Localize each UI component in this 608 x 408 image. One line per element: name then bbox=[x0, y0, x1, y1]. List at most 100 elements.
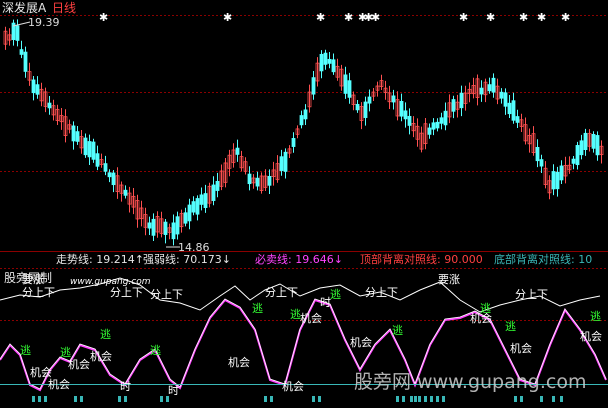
candle-body bbox=[503, 92, 508, 107]
indicator-annotation-label: 时 bbox=[120, 380, 131, 393]
indicator-value-0: 走势线: 19.214↑ bbox=[56, 252, 144, 266]
signal-bar bbox=[264, 396, 267, 402]
escape-signal-label: 逃 bbox=[392, 324, 403, 337]
candle-body bbox=[571, 158, 576, 164]
candle-body bbox=[235, 147, 240, 155]
candle-body bbox=[323, 52, 328, 65]
candle-body bbox=[303, 109, 308, 120]
candle-body bbox=[507, 102, 512, 115]
candle-body bbox=[291, 138, 296, 147]
candle-body bbox=[19, 49, 24, 55]
signal-bar bbox=[402, 396, 405, 402]
candle-body bbox=[367, 96, 372, 104]
signal-star-icon: ✱ bbox=[561, 11, 570, 24]
indicator-annotation-label: 机会 bbox=[510, 341, 532, 355]
candle-body bbox=[591, 133, 596, 149]
escape-signal-label: 逃 bbox=[330, 288, 341, 301]
indicator-watermark-url: www.gupang.com bbox=[70, 277, 151, 287]
signal-star-icon: ✱ bbox=[371, 11, 380, 24]
candle-body bbox=[575, 145, 580, 166]
candle-body bbox=[215, 180, 220, 191]
candle-body bbox=[175, 216, 180, 235]
signal-bar bbox=[318, 396, 321, 402]
signal-bar bbox=[560, 396, 563, 402]
period-label: 日线 bbox=[52, 1, 76, 15]
candle-body bbox=[111, 172, 116, 186]
indicator-annotation-label: 机会 bbox=[300, 311, 322, 325]
escape-signal-label: 逃 bbox=[150, 344, 161, 357]
candle-body bbox=[595, 135, 600, 156]
candle-body bbox=[47, 102, 52, 109]
candle-body bbox=[31, 79, 36, 94]
stock-chart[interactable]: ✱ ✱ ✱ ✱ ✱✱✱ ✱ ✱ ✱ ✱ ✱ 分上下 分上下 分上下 分上下 分上下 分上下要涨 要涨机会机会机… bbox=[0, 0, 608, 408]
candle-body bbox=[499, 91, 504, 99]
signal-star-icon: ✱ bbox=[537, 11, 546, 24]
candle-body bbox=[267, 176, 272, 186]
signal-bar bbox=[540, 396, 543, 402]
candle-body bbox=[347, 80, 352, 98]
candle-body bbox=[211, 184, 216, 201]
signal-bar bbox=[396, 396, 399, 402]
indicator-value-2: 必卖线: 19.646↓ bbox=[255, 252, 343, 266]
candle-body bbox=[459, 92, 464, 109]
candle-body bbox=[199, 194, 204, 205]
escape-signal-label: 逃 bbox=[590, 310, 601, 323]
signal-bar bbox=[270, 396, 273, 402]
indicator-annotation-label: 机会 bbox=[68, 357, 90, 371]
signal-bar bbox=[80, 396, 83, 402]
candle-body bbox=[187, 204, 192, 222]
signal-bar bbox=[74, 396, 77, 402]
candle-body bbox=[559, 165, 564, 181]
signal-star-icon: ✱ bbox=[99, 11, 108, 24]
candle-body bbox=[195, 198, 200, 215]
candle-body bbox=[343, 74, 348, 94]
indicator-annotation-label: 机会 bbox=[350, 335, 372, 349]
high-price-label: 19.39 bbox=[28, 16, 60, 29]
candle-body bbox=[95, 153, 100, 167]
indicator-annotation-label: 分上下 bbox=[365, 286, 398, 299]
signal-star-icon: ✱ bbox=[316, 11, 325, 24]
indicator-value-4: 底部背离对照线: 10 bbox=[494, 252, 592, 266]
signal-bar bbox=[418, 396, 421, 402]
candle-body bbox=[299, 115, 304, 126]
candle-body bbox=[151, 218, 156, 236]
indicator-annotation-label: 分上下 bbox=[22, 286, 55, 299]
indicator-annotation-label: 机会 bbox=[90, 349, 112, 363]
indicator-annotation-label: 机会 bbox=[30, 365, 52, 379]
indicator-values-row: 走势线: 19.214↑ 强弱线: 70.173↓ 必卖线: 19.646↓ 顶部背离… bbox=[56, 252, 592, 266]
candle-body bbox=[491, 77, 496, 93]
indicator-annotation-label: 时 bbox=[168, 384, 179, 397]
candle-body bbox=[163, 221, 168, 235]
candle-body bbox=[91, 141, 96, 160]
candle-body bbox=[535, 147, 540, 162]
candle-body bbox=[83, 137, 88, 156]
candle-body bbox=[283, 151, 288, 172]
escape-signal-label: 逃 bbox=[252, 302, 263, 315]
candlestick-series[interactable] bbox=[3, 19, 604, 246]
candle-body bbox=[539, 159, 544, 167]
candle-body bbox=[403, 110, 408, 120]
signal-star-icon: ✱ bbox=[486, 11, 495, 24]
signal-bar bbox=[32, 396, 35, 402]
signal-bar bbox=[430, 396, 433, 402]
stock-name: 深发展A bbox=[2, 0, 47, 15]
candle-body bbox=[435, 121, 440, 129]
candle-body bbox=[71, 125, 76, 142]
candle-body bbox=[279, 156, 284, 171]
candle-body bbox=[327, 58, 332, 64]
candle-body bbox=[319, 53, 324, 72]
signal-star-icon: ✱ bbox=[344, 11, 353, 24]
chart-grid bbox=[0, 15, 608, 321]
signal-bar bbox=[44, 396, 47, 402]
candle-body bbox=[443, 110, 448, 126]
indicator-annotation-label: 分上下 bbox=[265, 286, 298, 299]
candle-body bbox=[203, 193, 208, 208]
candle-body bbox=[247, 173, 252, 185]
candle-body bbox=[87, 141, 92, 158]
candle-body bbox=[579, 140, 584, 156]
indicator-annotation-label: 分上下 bbox=[150, 288, 183, 301]
candle-body bbox=[363, 101, 368, 118]
escape-signal-label: 逃 bbox=[480, 302, 491, 315]
signal-bar bbox=[552, 396, 555, 402]
candle-body bbox=[15, 25, 20, 41]
